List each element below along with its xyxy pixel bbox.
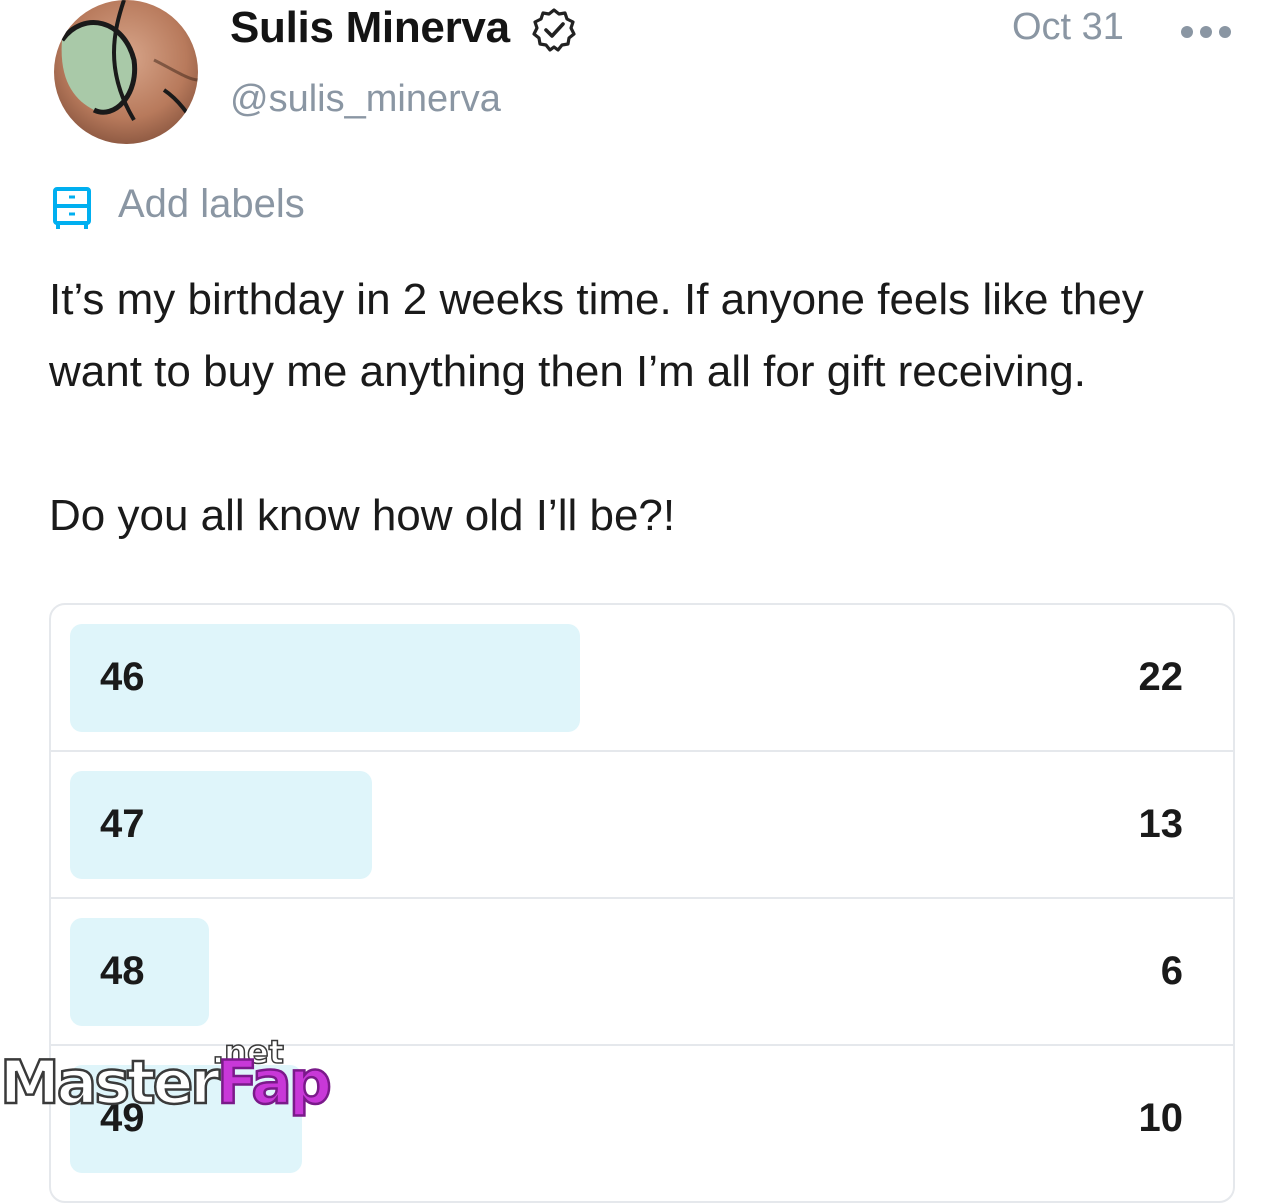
poll-option-label: 47	[100, 802, 145, 846]
author-handle[interactable]: @sulis_minerva	[230, 76, 501, 122]
poll-option-count: 22	[1138, 655, 1184, 699]
poll-option-label: 49	[100, 1096, 145, 1140]
poll-option[interactable]: 48 6	[51, 897, 1233, 1046]
add-labels-button[interactable]: Add labels	[118, 180, 305, 228]
author-name[interactable]: Sulis Minerva	[230, 2, 510, 54]
poll-option[interactable]: 47 13	[51, 750, 1233, 899]
avatar[interactable]	[54, 0, 198, 144]
poll-option-label: 46	[100, 655, 145, 699]
poll-option-label: 48	[100, 949, 145, 993]
avatar-image	[54, 0, 198, 144]
poll-option-count: 10	[1138, 1096, 1184, 1140]
poll: 46 22 47 13 48 6 49 10	[49, 603, 1235, 1203]
poll-option-count: 6	[1160, 949, 1183, 993]
labels-drawer-icon[interactable]	[52, 186, 92, 230]
more-options-button[interactable]	[1178, 18, 1234, 46]
post-text-line-2: want to buy me anything then I’m all for…	[49, 347, 1086, 396]
poll-option[interactable]: 46 22	[51, 605, 1233, 752]
post-date: Oct 31	[1012, 6, 1124, 48]
poll-result-bar	[70, 624, 580, 732]
poll-option[interactable]: 49 10	[51, 1044, 1233, 1193]
post-text-line-1: It’s my birthday in 2 weeks time. If any…	[49, 275, 1144, 324]
verified-badge-icon	[530, 6, 578, 54]
poll-option-count: 13	[1138, 802, 1184, 846]
more-dots-icon	[1181, 26, 1231, 38]
post-text-line-3: Do you all know how old I’ll be?!	[49, 491, 676, 540]
